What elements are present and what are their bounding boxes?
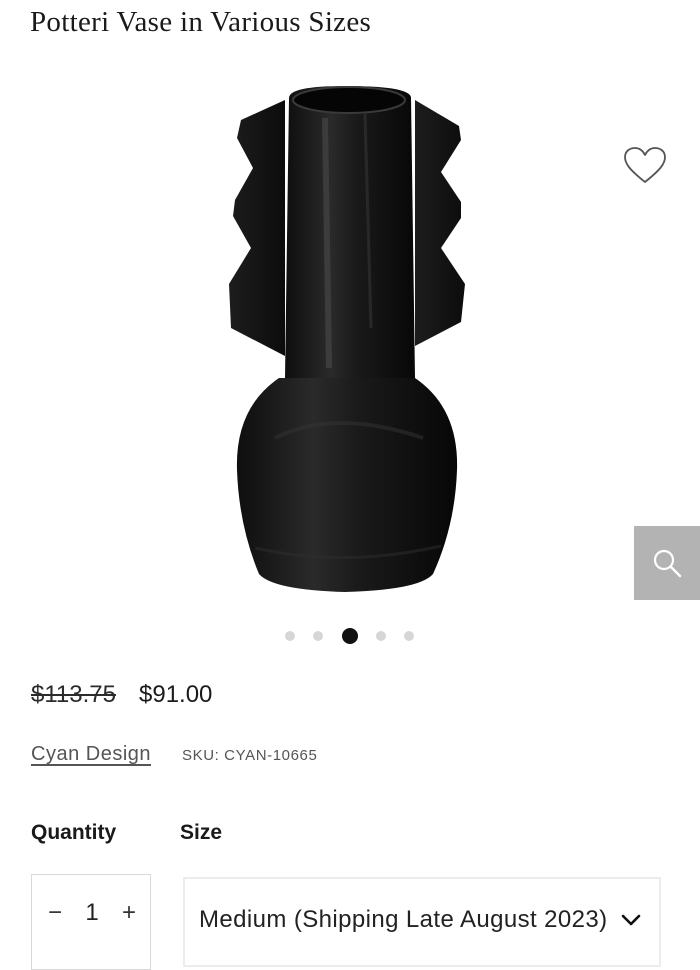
chevron-down-icon [621,914,641,926]
product-title: Potteri Vase in Various Sizes [30,6,372,38]
original-price: $113.75 [31,681,116,708]
sku-label: SKU: CYAN-10665 [182,747,318,764]
magnifier-icon [653,549,682,578]
quantity-stepper: − 1 + [31,874,151,970]
carousel-dot-active[interactable] [342,628,358,644]
brand-link[interactable]: Cyan Design [31,743,151,766]
product-gallery[interactable] [0,60,700,660]
heart-outline-icon [624,147,666,183]
carousel-dots [0,628,700,646]
quantity-value[interactable]: 1 [80,899,104,927]
quantity-increase-button[interactable]: + [116,899,142,927]
product-image [229,86,465,592]
quantity-decrease-button[interactable]: − [42,899,68,927]
carousel-dot[interactable] [313,631,323,641]
size-selected-value: Medium (Shipping Late August 2023) [199,906,608,933]
quantity-label: Quantity [31,821,117,844]
carousel-dot[interactable] [404,631,414,641]
wishlist-button[interactable] [622,146,668,186]
carousel-dot[interactable] [376,631,386,641]
carousel-dot[interactable] [285,631,295,641]
size-select[interactable]: Medium (Shipping Late August 2023) [183,877,661,967]
zoom-button[interactable] [634,526,700,600]
size-label: Size [180,821,223,844]
sale-price: $91.00 [139,681,213,708]
